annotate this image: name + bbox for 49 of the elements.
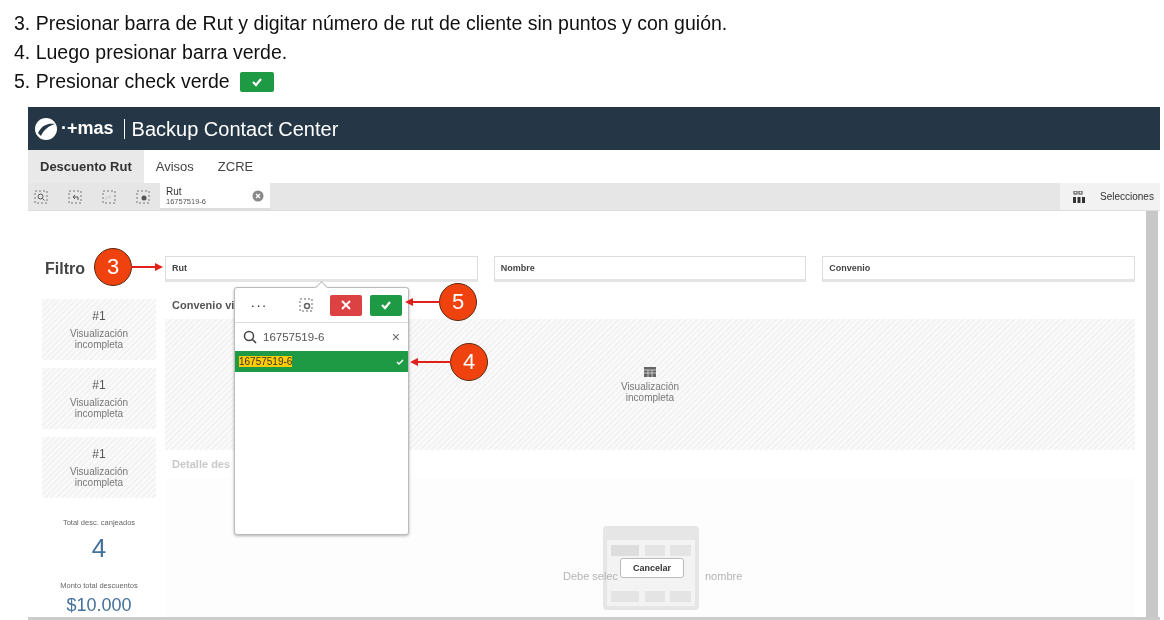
placeholder-text: Visualización incompleta xyxy=(68,397,130,419)
kpi-rank: #1 xyxy=(92,447,106,461)
cancel-button[interactable]: Cancelar xyxy=(620,558,685,578)
empty-message: Debe selec xyxy=(563,570,619,582)
clear-selections-icon[interactable] xyxy=(136,189,150,204)
app-title: Backup Contact Center xyxy=(123,118,339,139)
placeholder-text: Visualización incompleta xyxy=(68,466,130,488)
table-icon xyxy=(644,366,656,377)
scrollbar[interactable] xyxy=(1146,211,1158,617)
confirm-selection-button[interactable] xyxy=(370,294,402,316)
filter-pane[interactable]: Rut xyxy=(165,256,478,282)
chart-title: Convenio vi xyxy=(172,299,235,313)
cancel-selection-button[interactable] xyxy=(330,294,362,316)
section-title: Filtro xyxy=(44,260,85,278)
step-badge: 5 xyxy=(439,283,477,321)
empty-message: nombre xyxy=(705,570,743,582)
filter-pane[interactable]: Convenio xyxy=(822,256,1135,282)
instruction-text: 4. Luego presionar barra verde. xyxy=(14,40,288,65)
filter-pane[interactable]: Nombre xyxy=(493,256,807,282)
callout-arrow xyxy=(405,298,440,306)
undo-icon[interactable] xyxy=(68,189,82,204)
step-badge: 3 xyxy=(94,248,132,286)
select-region-icon[interactable] xyxy=(299,298,313,312)
selections-icon xyxy=(1072,190,1086,203)
search-icon[interactable] xyxy=(34,189,48,204)
callout-arrow xyxy=(131,263,163,271)
placeholder-text: Visualización incompleta xyxy=(619,380,681,403)
selections-button[interactable]: Selecciones xyxy=(1060,183,1160,210)
list-item[interactable]: 16757519-6 xyxy=(235,351,408,372)
logo-icon xyxy=(34,116,58,141)
instruction-text: 5. Presionar check verde xyxy=(14,69,230,94)
sheet-tab[interactable]: ZCRE xyxy=(205,150,266,183)
placeholder-text: Visualización incompleta xyxy=(68,328,130,350)
kpi-value: 4 xyxy=(90,535,108,561)
more-menu-button[interactable]: ··· xyxy=(241,297,277,313)
search-field[interactable]: 16757519-6 xyxy=(263,331,386,343)
logo-text: ·+mas xyxy=(61,118,114,139)
kpi-rank: #1 xyxy=(92,309,106,323)
close-icon xyxy=(340,299,352,311)
clear-search-button[interactable]: × xyxy=(391,329,400,345)
kpi-rank: #1 xyxy=(92,378,106,392)
callout-arrow xyxy=(410,358,451,366)
instruction-text: 3. Presionar barra de Rut y digitar número de rut de cliente sin puntos y con guión. xyxy=(14,11,728,36)
search-icon xyxy=(243,330,257,344)
check-icon xyxy=(396,357,404,366)
sheet-tab[interactable]: Avisos xyxy=(143,150,206,183)
sheet-tab[interactable]: Descuento Rut xyxy=(28,150,144,183)
kpi-value: $10.000 xyxy=(65,596,133,614)
close-icon[interactable] xyxy=(252,189,264,202)
